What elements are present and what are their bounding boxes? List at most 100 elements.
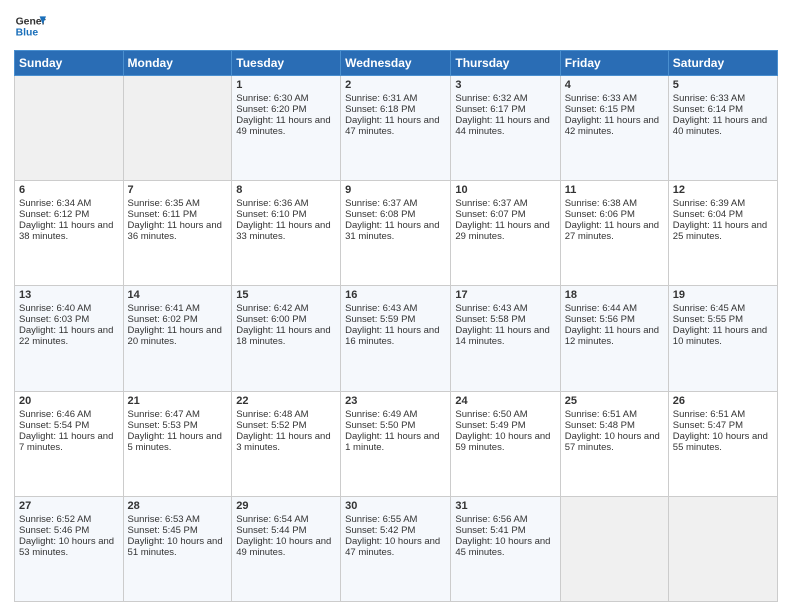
calendar-cell: 27 Sunrise: 6:52 AMSunset: 5:46 PMDayligh… [15, 496, 124, 601]
calendar-body: 1Sunrise: 6:30 AMSunset: 6:20 PMDaylight… [15, 76, 778, 602]
day-info: Sunrise: 6:45 AMSunset: 5:55 PMDaylight:… [673, 303, 767, 347]
col-header-tuesday: Tuesday [232, 51, 341, 76]
logo-icon: General Blue [14, 10, 46, 42]
calendar-cell [123, 76, 232, 181]
day-info: Sunrise: 6:43 AMSunset: 5:59 PMDaylight:… [345, 303, 439, 347]
day-number: 13 [19, 289, 119, 301]
day-number: 25 [565, 395, 664, 407]
day-number: 16 [345, 289, 446, 301]
logo: General Blue [14, 10, 46, 42]
calendar-cell: 13 Sunrise: 6:40 AMSunset: 6:03 PMDayligh… [15, 286, 124, 391]
day-number: 8 [236, 184, 336, 196]
day-number: 12 [673, 184, 773, 196]
day-number: 6 [19, 184, 119, 196]
day-info: Sunrise: 6:32 AMSunset: 6:17 PMDaylight:… [455, 93, 549, 137]
calendar-cell: 23Sunrise: 6:49 AMSunset: 5:50 PMDayligh… [341, 391, 451, 496]
day-number: 22 [236, 395, 336, 407]
day-number: 3 [455, 79, 555, 91]
day-number: 14 [128, 289, 228, 301]
calendar-cell: 1Sunrise: 6:30 AMSunset: 6:20 PMDaylight… [232, 76, 341, 181]
calendar-cell: 31Sunrise: 6:56 AMSunset: 5:41 PMDayligh… [451, 496, 560, 601]
calendar-cell: 24 Sunrise: 6:50 AMSunset: 5:49 PMDayligh… [451, 391, 560, 496]
day-info: Sunrise: 6:46 AMSunset: 5:54 PMDaylight:… [19, 409, 113, 453]
calendar-cell: 7 Sunrise: 6:35 AMSunset: 6:11 PMDaylight… [123, 181, 232, 286]
day-info: Sunrise: 6:40 AMSunset: 6:03 PMDaylight:… [19, 303, 113, 347]
day-info: Sunrise: 6:31 AMSunset: 6:18 PMDaylight:… [345, 93, 439, 137]
col-header-monday: Monday [123, 51, 232, 76]
day-number: 21 [128, 395, 228, 407]
calendar-cell: 17 Sunrise: 6:43 AMSunset: 5:58 PMDayligh… [451, 286, 560, 391]
day-number: 17 [455, 289, 555, 301]
day-info: Sunrise: 6:38 AMSunset: 6:06 PMDaylight:… [565, 198, 659, 242]
calendar-cell: 9Sunrise: 6:37 AMSunset: 6:08 PMDaylight… [341, 181, 451, 286]
day-number: 19 [673, 289, 773, 301]
day-info: Sunrise: 6:42 AMSunset: 6:00 PMDaylight:… [236, 303, 330, 347]
day-info: Sunrise: 6:52 AMSunset: 5:46 PMDaylight:… [19, 514, 114, 558]
header: General Blue [14, 10, 778, 42]
day-number: 28 [128, 500, 228, 512]
calendar-cell: 3 Sunrise: 6:32 AMSunset: 6:17 PMDaylight… [451, 76, 560, 181]
week-row-1: 1Sunrise: 6:30 AMSunset: 6:20 PMDaylight… [15, 76, 778, 181]
calendar-cell: 29Sunrise: 6:54 AMSunset: 5:44 PMDayligh… [232, 496, 341, 601]
calendar-cell: 25 Sunrise: 6:51 AMSunset: 5:48 PMDayligh… [560, 391, 668, 496]
day-info: Sunrise: 6:39 AMSunset: 6:04 PMDaylight:… [673, 198, 767, 242]
calendar-cell: 14 Sunrise: 6:41 AMSunset: 6:02 PMDayligh… [123, 286, 232, 391]
day-info: Sunrise: 6:51 AMSunset: 5:48 PMDaylight:… [565, 409, 660, 453]
day-info: Sunrise: 6:44 AMSunset: 5:56 PMDaylight:… [565, 303, 659, 347]
calendar-cell: 8Sunrise: 6:36 AMSunset: 6:10 PMDaylight… [232, 181, 341, 286]
calendar-cell: 2 Sunrise: 6:31 AMSunset: 6:18 PMDaylight… [341, 76, 451, 181]
day-info: Sunrise: 6:33 AMSunset: 6:15 PMDaylight:… [565, 93, 659, 137]
calendar-cell: 16 Sunrise: 6:43 AMSunset: 5:59 PMDayligh… [341, 286, 451, 391]
calendar-cell: 28 Sunrise: 6:53 AMSunset: 5:45 PMDayligh… [123, 496, 232, 601]
day-info: Sunrise: 6:56 AMSunset: 5:41 PMDaylight:… [455, 514, 550, 558]
day-number: 27 [19, 500, 119, 512]
day-number: 9 [345, 184, 446, 196]
week-row-4: 20Sunrise: 6:46 AMSunset: 5:54 PMDayligh… [15, 391, 778, 496]
day-number: 24 [455, 395, 555, 407]
day-info: Sunrise: 6:47 AMSunset: 5:53 PMDaylight:… [128, 409, 222, 453]
day-info: Sunrise: 6:51 AMSunset: 5:47 PMDaylight:… [673, 409, 768, 453]
calendar-cell [560, 496, 668, 601]
col-header-saturday: Saturday [668, 51, 777, 76]
day-number: 23 [345, 395, 446, 407]
week-row-2: 6 Sunrise: 6:34 AMSunset: 6:12 PMDaylight… [15, 181, 778, 286]
calendar-cell: 6 Sunrise: 6:34 AMSunset: 6:12 PMDaylight… [15, 181, 124, 286]
day-number: 26 [673, 395, 773, 407]
column-header-row: SundayMondayTuesdayWednesdayThursdayFrid… [15, 51, 778, 76]
day-info: Sunrise: 6:48 AMSunset: 5:52 PMDaylight:… [236, 409, 330, 453]
col-header-sunday: Sunday [15, 51, 124, 76]
calendar-cell: 20Sunrise: 6:46 AMSunset: 5:54 PMDayligh… [15, 391, 124, 496]
day-info: Sunrise: 6:43 AMSunset: 5:58 PMDaylight:… [455, 303, 549, 347]
day-info: Sunrise: 6:41 AMSunset: 6:02 PMDaylight:… [128, 303, 222, 347]
week-row-5: 27 Sunrise: 6:52 AMSunset: 5:46 PMDayligh… [15, 496, 778, 601]
col-header-thursday: Thursday [451, 51, 560, 76]
day-number: 4 [565, 79, 664, 91]
calendar-table: SundayMondayTuesdayWednesdayThursdayFrid… [14, 50, 778, 602]
calendar-cell: 5 Sunrise: 6:33 AMSunset: 6:14 PMDaylight… [668, 76, 777, 181]
day-number: 2 [345, 79, 446, 91]
day-info: Sunrise: 6:37 AMSunset: 6:07 PMDaylight:… [455, 198, 549, 242]
day-info: Sunrise: 6:34 AMSunset: 6:12 PMDaylight:… [19, 198, 113, 242]
day-info: Sunrise: 6:50 AMSunset: 5:49 PMDaylight:… [455, 409, 550, 453]
calendar-cell [15, 76, 124, 181]
calendar-cell: 21 Sunrise: 6:47 AMSunset: 5:53 PMDayligh… [123, 391, 232, 496]
day-number: 10 [455, 184, 555, 196]
day-number: 11 [565, 184, 664, 196]
day-info: Sunrise: 6:53 AMSunset: 5:45 PMDaylight:… [128, 514, 223, 558]
calendar-cell: 11 Sunrise: 6:38 AMSunset: 6:06 PMDayligh… [560, 181, 668, 286]
calendar-cell: 19 Sunrise: 6:45 AMSunset: 5:55 PMDayligh… [668, 286, 777, 391]
svg-text:Blue: Blue [16, 28, 39, 39]
day-number: 30 [345, 500, 446, 512]
calendar-cell: 26 Sunrise: 6:51 AMSunset: 5:47 PMDayligh… [668, 391, 777, 496]
day-info: Sunrise: 6:54 AMSunset: 5:44 PMDaylight:… [236, 514, 331, 558]
day-info: Sunrise: 6:35 AMSunset: 6:11 PMDaylight:… [128, 198, 222, 242]
day-info: Sunrise: 6:33 AMSunset: 6:14 PMDaylight:… [673, 93, 767, 137]
calendar-cell: 12 Sunrise: 6:39 AMSunset: 6:04 PMDayligh… [668, 181, 777, 286]
col-header-wednesday: Wednesday [341, 51, 451, 76]
day-info: Sunrise: 6:55 AMSunset: 5:42 PMDaylight:… [345, 514, 440, 558]
day-number: 5 [673, 79, 773, 91]
calendar-cell: 4 Sunrise: 6:33 AMSunset: 6:15 PMDaylight… [560, 76, 668, 181]
day-number: 18 [565, 289, 664, 301]
day-number: 1 [236, 79, 336, 91]
day-number: 7 [128, 184, 228, 196]
